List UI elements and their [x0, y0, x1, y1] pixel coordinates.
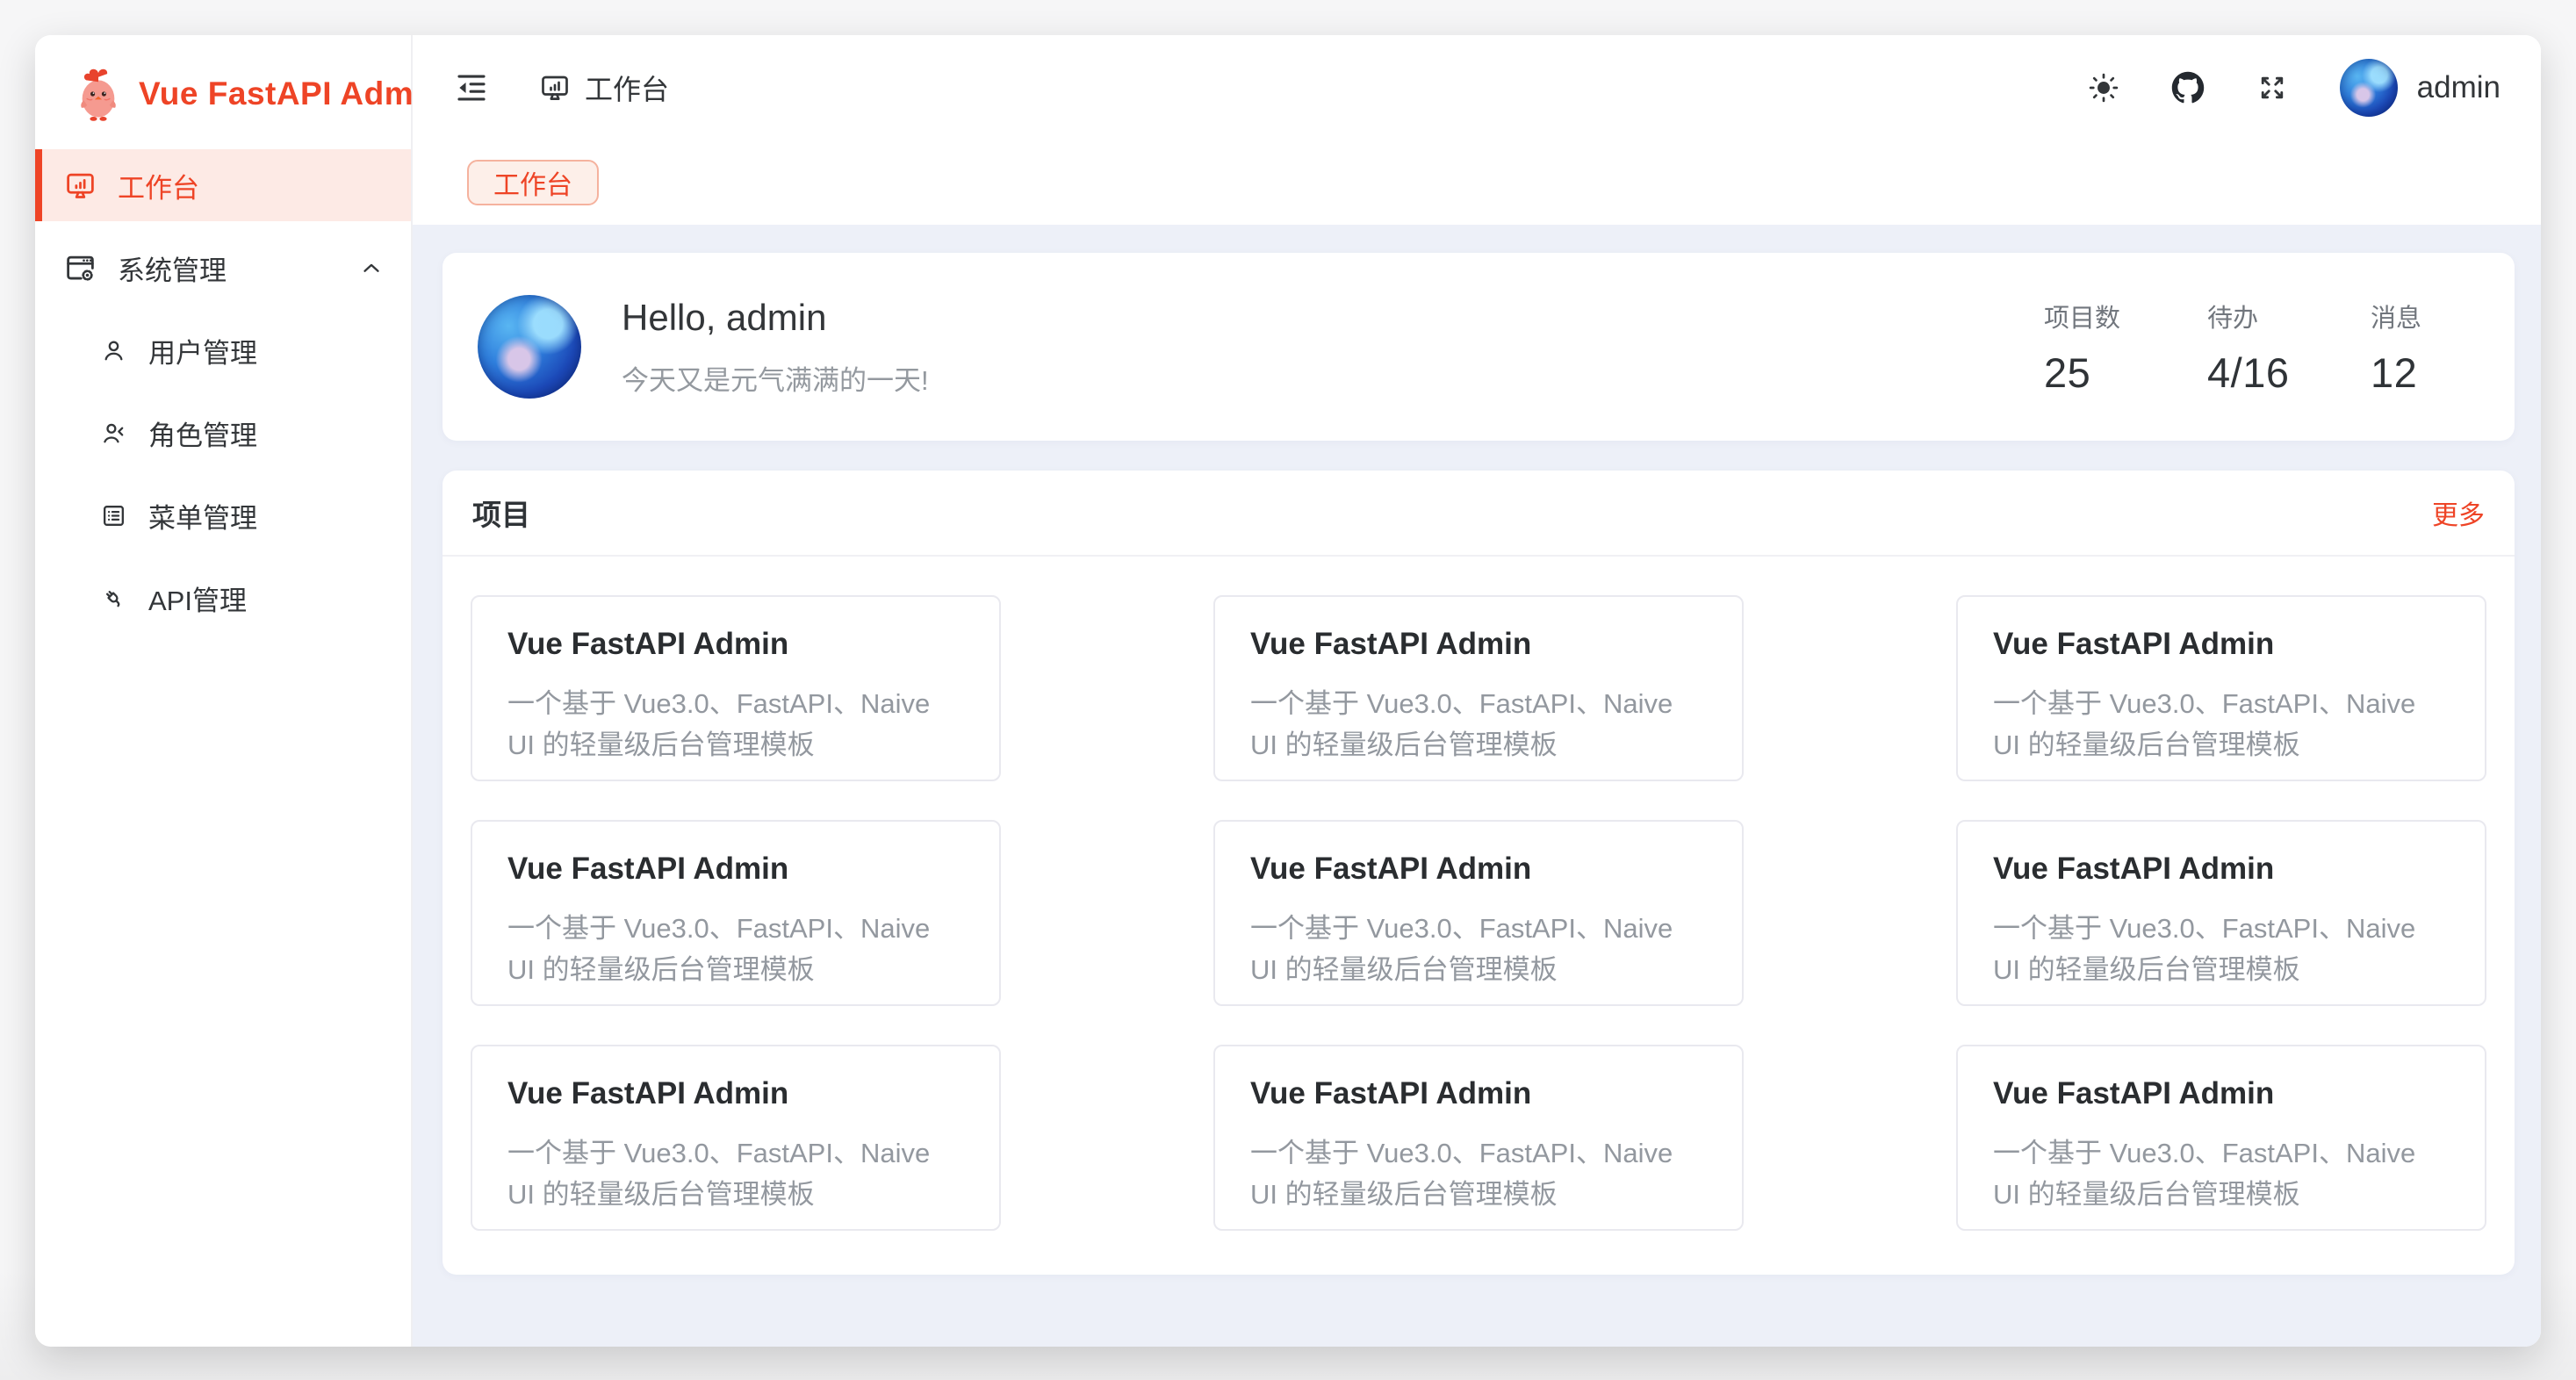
github-button[interactable] — [2171, 71, 2205, 104]
project-card-description: 一个基于 Vue3.0、FastAPI、Naive UI 的轻量级后台管理模板 — [1993, 1132, 2450, 1215]
project-card-title: Vue FastAPI Admin — [1250, 852, 1707, 887]
plug-icon — [100, 585, 127, 612]
sidebar-item-label: 菜单管理 — [148, 496, 257, 535]
stat-messages: 消息 12 — [2371, 298, 2476, 397]
project-card-title: Vue FastAPI Admin — [507, 627, 964, 662]
project-card-description: 一个基于 Vue3.0、FastAPI、Naive UI 的轻量级后台管理模板 — [1993, 908, 2450, 990]
project-card-description: 一个基于 Vue3.0、FastAPI、Naive UI 的轻量级后台管理模板 — [507, 908, 964, 990]
sidebar-menu: 工作台 系统管理 — [35, 149, 411, 644]
project-card-description: 一个基于 Vue3.0、FastAPI、Naive UI 的轻量级后台管理模板 — [507, 683, 964, 765]
projects-title: 项目 — [472, 492, 530, 534]
welcome-card: Hello, admin 今天又是元气满满的一天! 项目数 25 待办 4/16 — [443, 253, 2515, 441]
sidebar-item-label: API管理 — [148, 579, 247, 618]
top-header: 工作台 — [413, 35, 2541, 140]
theme-sun-icon — [2087, 71, 2120, 104]
project-card[interactable]: Vue FastAPI Admin 一个基于 Vue3.0、FastAPI、Na… — [471, 1045, 1001, 1231]
project-card[interactable]: Vue FastAPI Admin 一个基于 Vue3.0、FastAPI、Na… — [1956, 595, 2486, 781]
project-card-description: 一个基于 Vue3.0、FastAPI、Naive UI 的轻量级后台管理模板 — [1250, 683, 1707, 765]
workbench-icon — [539, 72, 571, 104]
stat-label: 消息 — [2371, 298, 2476, 334]
more-link[interactable]: 更多 — [2432, 493, 2485, 532]
sidebar-item-api[interactable]: API管理 — [35, 562, 411, 634]
role-icon — [100, 420, 127, 447]
project-card-title: Vue FastAPI Admin — [1993, 852, 2450, 887]
project-card-title: Vue FastAPI Admin — [1993, 627, 2450, 662]
main-area: 工作台 — [413, 35, 2541, 1347]
stat-todos: 待办 4/16 — [2207, 298, 2313, 397]
project-cards-grid: Vue FastAPI Admin 一个基于 Vue3.0、FastAPI、Na… — [443, 557, 2515, 1269]
project-card-description: 一个基于 Vue3.0、FastAPI、Naive UI 的轻量级后台管理模板 — [1250, 1132, 1707, 1215]
sidebar-item-label: 系统管理 — [118, 248, 227, 288]
project-card-description: 一个基于 Vue3.0、FastAPI、Naive UI 的轻量级后台管理模板 — [1993, 683, 2450, 765]
project-card-description: 一个基于 Vue3.0、FastAPI、Naive UI 的轻量级后台管理模板 — [1250, 908, 1707, 990]
header-actions: admin — [2087, 59, 2500, 117]
project-card[interactable]: Vue FastAPI Admin 一个基于 Vue3.0、FastAPI、Na… — [471, 820, 1001, 1006]
sidebar-collapse-button[interactable] — [453, 69, 490, 106]
stat-label: 项目数 — [2044, 298, 2149, 334]
project-card[interactable]: Vue FastAPI Admin 一个基于 Vue3.0、FastAPI、Na… — [1956, 1045, 2486, 1231]
sidebar-item-label: 用户管理 — [148, 331, 257, 370]
project-card[interactable]: Vue FastAPI Admin 一个基于 Vue3.0、FastAPI、Na… — [1956, 820, 2486, 1006]
greeting-subtitle: 今天又是元气满满的一天! — [622, 358, 929, 398]
projects-panel: 项目 更多 Vue FastAPI Admin 一个基于 Vue3.0、Fast… — [443, 471, 2515, 1275]
username: admin — [2417, 70, 2500, 105]
chick-logo-icon — [74, 65, 123, 123]
sidebar-item-users[interactable]: 用户管理 — [35, 314, 411, 386]
tag-workbench[interactable]: 工作台 — [467, 160, 599, 205]
sidebar-item-system[interactable]: 系统管理 — [35, 232, 411, 304]
project-card-title: Vue FastAPI Admin — [507, 852, 964, 887]
project-card[interactable]: Vue FastAPI Admin 一个基于 Vue3.0、FastAPI、Na… — [1213, 595, 1744, 781]
project-card[interactable]: Vue FastAPI Admin 一个基于 Vue3.0、FastAPI、Na… — [1213, 820, 1744, 1006]
breadcrumb-label: 工作台 — [585, 68, 669, 108]
project-card[interactable]: Vue FastAPI Admin 一个基于 Vue3.0、FastAPI、Na… — [1213, 1045, 1744, 1231]
stat-value: 25 — [2044, 349, 2149, 397]
stat-projects: 项目数 25 — [2044, 298, 2149, 397]
chevron-up-icon — [358, 255, 385, 281]
sidebar-item-workbench[interactable]: 工作台 — [35, 149, 411, 221]
welcome-avatar — [478, 295, 581, 399]
project-card-title: Vue FastAPI Admin — [507, 1076, 964, 1111]
projects-panel-header: 项目 更多 — [443, 471, 2515, 557]
menu-fold-icon — [453, 69, 490, 106]
user-avatar — [2340, 59, 2398, 117]
app-title: Vue FastAPI Admin — [139, 75, 443, 112]
greeting-text: Hello, admin — [622, 297, 929, 339]
app-logo: Vue FastAPI Admin — [35, 35, 411, 149]
project-card-title: Vue FastAPI Admin — [1250, 627, 1707, 662]
sidebar: Vue FastAPI Admin 工作台 — [35, 35, 413, 1347]
project-card[interactable]: Vue FastAPI Admin 一个基于 Vue3.0、FastAPI、Na… — [471, 595, 1001, 781]
fullscreen-expand-icon — [2256, 71, 2289, 104]
sidebar-item-label: 工作台 — [118, 166, 199, 205]
content-area: Hello, admin 今天又是元气满满的一天! 项目数 25 待办 4/16 — [413, 225, 2541, 1347]
stats: 项目数 25 待办 4/16 消息 12 — [2044, 298, 2476, 397]
stat-label: 待办 — [2207, 298, 2313, 334]
project-card-title: Vue FastAPI Admin — [1993, 1076, 2450, 1111]
sidebar-item-label: 角色管理 — [148, 413, 257, 453]
system-settings-icon — [64, 252, 97, 284]
user-menu[interactable]: admin — [2340, 59, 2500, 117]
sidebar-item-roles[interactable]: 角色管理 — [35, 397, 411, 469]
sidebar-item-menus[interactable]: 菜单管理 — [35, 479, 411, 551]
breadcrumb[interactable]: 工作台 — [539, 68, 669, 108]
stat-value: 4/16 — [2207, 349, 2313, 397]
tags-bar: 工作台 — [413, 140, 2541, 225]
workbench-icon — [64, 169, 97, 202]
screen: Vue FastAPI Admin 工作台 — [0, 0, 2576, 1380]
project-card-title: Vue FastAPI Admin — [1250, 1076, 1707, 1111]
project-card-description: 一个基于 Vue3.0、FastAPI、Naive UI 的轻量级后台管理模板 — [507, 1132, 964, 1215]
github-icon — [2171, 71, 2205, 104]
theme-toggle-button[interactable] — [2087, 71, 2120, 104]
stat-value: 12 — [2371, 349, 2476, 397]
app-window: Vue FastAPI Admin 工作台 — [35, 35, 2541, 1347]
menu-list-icon — [100, 502, 127, 529]
fullscreen-button[interactable] — [2256, 71, 2289, 104]
user-icon — [100, 337, 127, 364]
